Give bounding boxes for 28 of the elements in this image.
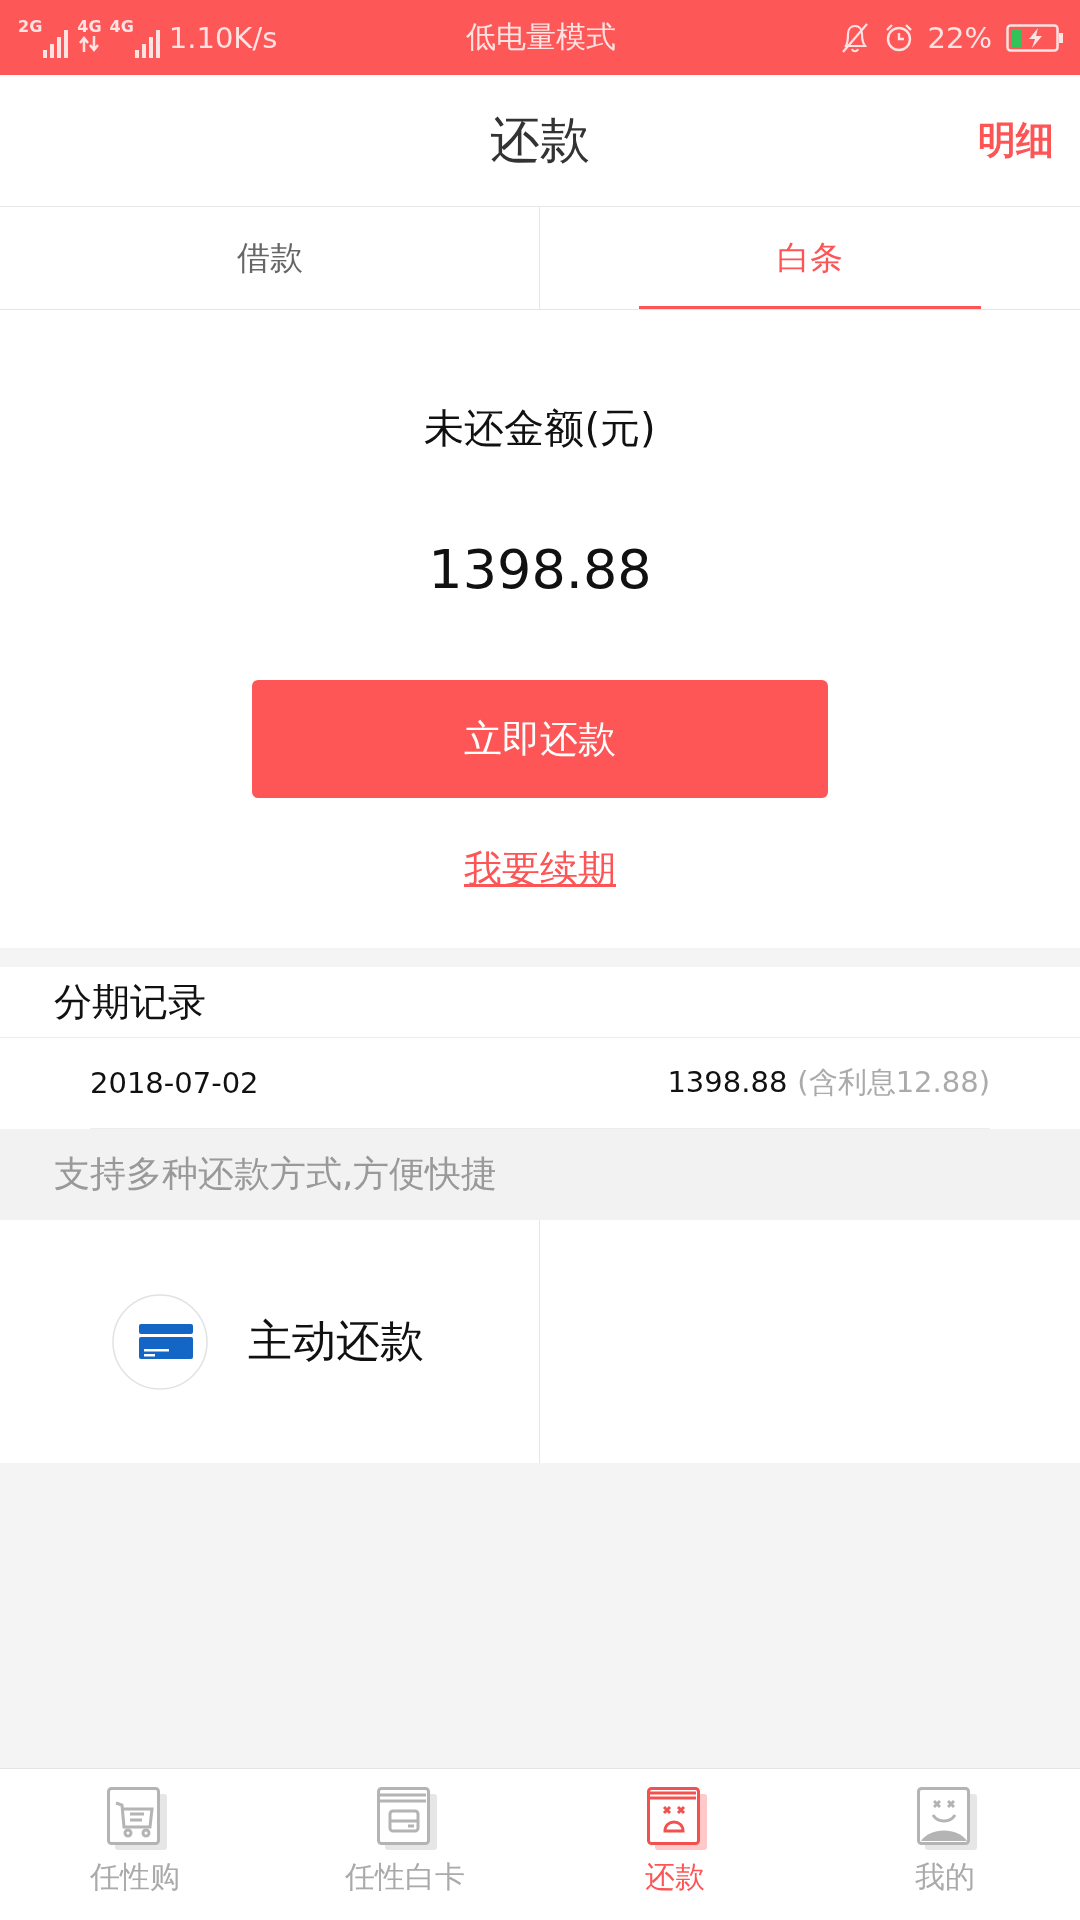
outstanding-amount: 1398.88 — [428, 539, 652, 601]
interest-note: (含利息12.88) — [797, 1064, 990, 1101]
repay-now-button[interactable]: 立即还款 — [252, 680, 828, 798]
repay-method-button[interactable]: 主动还款 — [112, 1293, 424, 1390]
network-speed: 1.10K/s — [168, 20, 278, 55]
nav-tab[interactable]: 还款 — [540, 1769, 810, 1920]
network-type-label: 4G — [109, 17, 134, 36]
record-amount: 1398.88 — [667, 1065, 788, 1099]
bell-off-icon — [839, 21, 870, 54]
signal-bars-icon — [134, 29, 161, 58]
outstanding-label: 未还金额(元) — [424, 404, 656, 452]
signal-bars-icon — [43, 29, 70, 58]
tab[interactable]: 借款 — [98, 207, 441, 309]
page-title: 还款 — [490, 110, 590, 171]
network-type-label: 4G — [77, 17, 102, 36]
record-date: 2018-07-02 — [90, 1066, 259, 1100]
nav-tab[interactable]: 任性白卡 — [270, 1769, 540, 1920]
details-link[interactable]: 明细 — [978, 109, 1054, 172]
network-type-label: 2G — [18, 17, 43, 36]
power-mode-label: 低电量模式 — [466, 18, 616, 56]
nav-tab[interactable]: 任性购 — [0, 1769, 270, 1920]
section-title: 分期记录 — [0, 967, 1080, 1038]
credit-card-icon — [112, 1293, 208, 1390]
battery-charging-icon — [1006, 23, 1064, 52]
data-arrows-icon — [78, 35, 101, 52]
nav-tab[interactable]: 我的 — [810, 1769, 1080, 1920]
battery-percent: 22% — [927, 20, 992, 55]
renew-link[interactable]: 我要续期 — [464, 846, 616, 892]
